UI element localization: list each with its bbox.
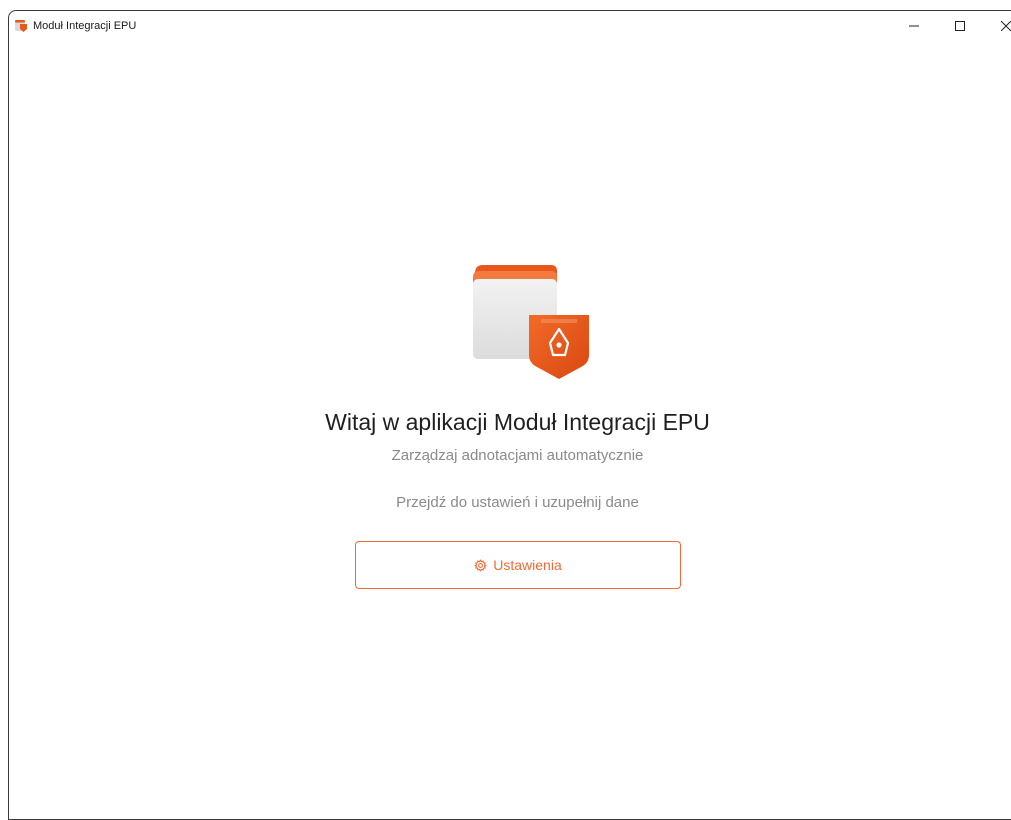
app-window: Moduł Integracji EPU Witaj w aplikacji M… [8,10,1011,820]
welcome-subtitle: Zarządzaj adnotacjami automatycznie [391,447,644,464]
maximize-icon [955,21,965,31]
gear-icon [474,558,488,572]
close-button[interactable] [983,11,1011,41]
settings-button[interactable]: Ustawienia [355,541,681,589]
minimize-icon [909,25,919,27]
app-logo-icon [15,20,27,32]
close-icon [1001,21,1011,31]
maximize-button[interactable] [937,11,983,41]
welcome-panel: Witaj w aplikacji Moduł Integracji EPU Z… [9,41,1011,819]
minimize-button[interactable] [891,11,937,41]
settings-hint: Przejdź do ustawień i uzupełnij dane [396,494,639,511]
window-title: Moduł Integracji EPU [33,20,137,32]
welcome-heading: Witaj w aplikacji Moduł Integracji EPU [325,409,710,435]
folder-shield-pen-icon [473,265,589,379]
title-bar[interactable]: Moduł Integracji EPU [9,11,1011,41]
settings-button-label: Ustawienia [493,557,562,573]
